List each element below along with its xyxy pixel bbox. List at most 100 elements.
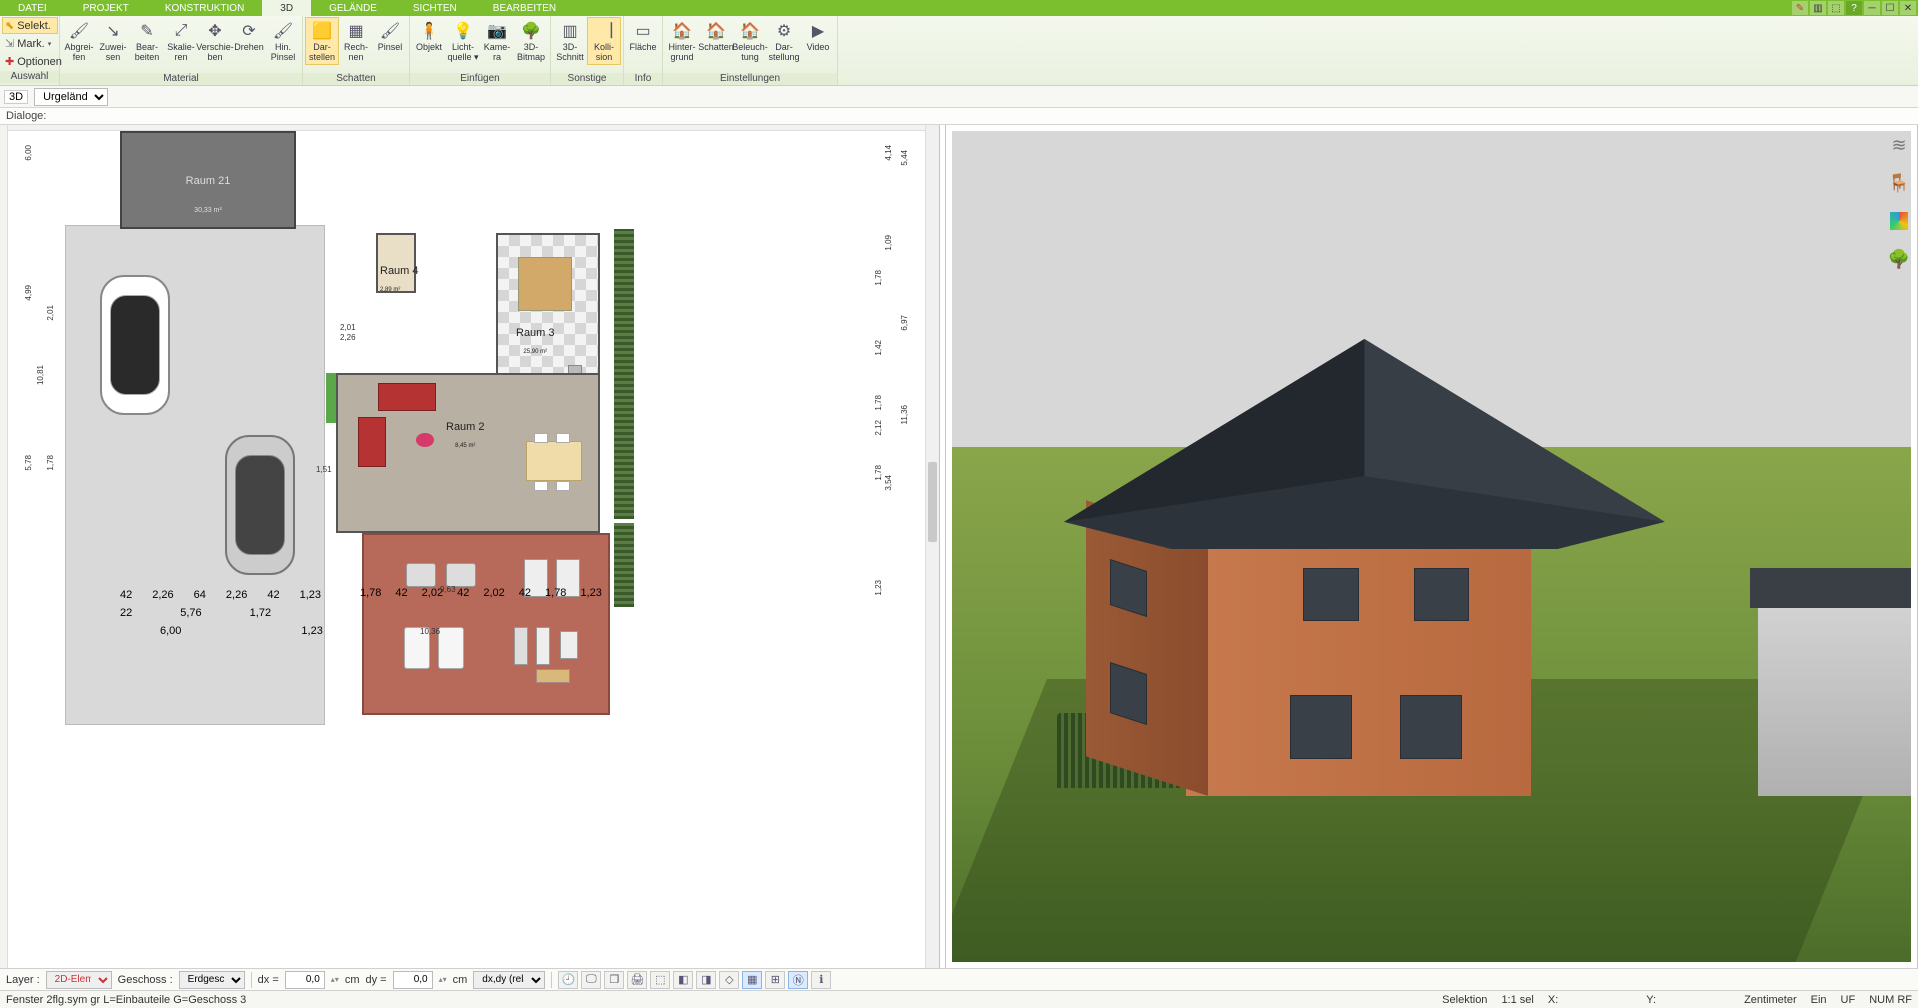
dx-input[interactable] [285, 971, 325, 989]
ribbon-button[interactable]: ✥Verschie- ben [198, 17, 232, 65]
toolbar-icon[interactable]: ✎ [1792, 1, 1808, 15]
layers-icon[interactable]: ≋ [1887, 133, 1911, 157]
rug-icon [416, 433, 434, 447]
maximize-icon[interactable]: ☐ [1882, 1, 1898, 15]
view-mode: 3D [4, 90, 28, 104]
tab-projekt[interactable]: PROJEKT [65, 0, 147, 16]
ribbon-group-schatten: 🟨Dar- stellen▦Rech- nen🖌Pinsel Schatten [303, 16, 410, 85]
options-button[interactable]: ✚Optionen [2, 53, 58, 70]
ruler-left [0, 125, 8, 968]
ribbon-button[interactable]: 🖌Hin. Pinsel [266, 17, 300, 65]
rel-select[interactable]: dx,dy (relativ ka [473, 971, 545, 989]
select-button[interactable]: ⬉Selekt. [2, 17, 58, 34]
tab-konstruktion[interactable]: KONSTRUKTION [147, 0, 262, 16]
ribbon-icon: 🏠 [671, 20, 693, 42]
ribbon-button[interactable]: 🖌Abgrei- fen [62, 17, 96, 65]
ribbon-icon: 🟨 [311, 20, 333, 42]
house-3d [1086, 339, 1642, 796]
ribbon-button[interactable]: 🏠Beleuch- tung [733, 17, 767, 65]
bottom-tool-icon[interactable]: ◧ [673, 971, 693, 989]
tab-datei[interactable]: DATEI [0, 0, 65, 16]
ribbon: ⬉Selekt. ⇲Mark.▾ ✚Optionen Auswahl 🖌Abgr… [0, 16, 1918, 86]
dy-input[interactable] [393, 971, 433, 989]
geschoss-select[interactable]: Erdgeschos [179, 971, 245, 989]
ribbon-button[interactable]: ⟳Drehen [232, 17, 266, 55]
bottom-tool-icon[interactable]: 🖨 [627, 971, 647, 989]
floorplan-view[interactable]: 6,00 4,99 10,81 5,78 2,01 1,78 4,14 5,44… [0, 125, 940, 968]
ribbon-button[interactable]: 🏠Schatten [699, 17, 733, 55]
bottom-tool-icon[interactable]: ⊞ [765, 971, 785, 989]
ribbon-group-einfuegen: 🧍Objekt💡Licht- quelle ▾📷Kame- ra🌳3D- Bit… [410, 16, 551, 85]
palette-icon[interactable] [1890, 212, 1908, 230]
car-white [100, 275, 170, 415]
ribbon-icon: ⟳ [238, 20, 260, 42]
ribbon-button[interactable]: 📷Kame- ra [480, 17, 514, 65]
ribbon-button[interactable]: 🏠Hinter- grund [665, 17, 699, 65]
room-2[interactable]: Raum 2 8,45 m² [336, 373, 600, 533]
hedge-right-2 [614, 523, 634, 607]
tab-gelaende[interactable]: GELÄNDE [311, 0, 395, 16]
furniture-icon[interactable]: 🪑 [1887, 171, 1911, 195]
bottom-toolbar: Layer : 2D-Elemen Geschoss : Erdgeschos … [0, 968, 1918, 990]
sofa-1 [378, 383, 436, 411]
ribbon-button[interactable]: ⎹Kolli- sion [587, 17, 621, 65]
status-left: Fenster 2flg.sym gr L=Einbauteile G=Gesc… [6, 994, 246, 1006]
toolbar-icon[interactable]: ▥ [1810, 1, 1826, 15]
ribbon-button[interactable]: ▦Rech- nen [339, 17, 373, 65]
ribbon-icon: ⚙ [773, 20, 795, 42]
3d-view[interactable]: ≋ 🪑 🌳 [946, 125, 1918, 968]
ribbon-button[interactable]: 🌳3D- Bitmap [514, 17, 548, 65]
ribbon-icon: 🧍 [418, 20, 440, 42]
view-selector-bar: 3D Urgelände [0, 86, 1918, 108]
ribbon-button[interactable]: ↘Zuwei- sen [96, 17, 130, 65]
ribbon-button[interactable]: 💡Licht- quelle ▾ [446, 17, 480, 65]
ribbon-button[interactable]: 🟨Dar- stellen [305, 17, 339, 65]
bottom-tool-icon[interactable]: ▦ [742, 971, 762, 989]
tree-icon[interactable]: 🌳 [1887, 247, 1911, 271]
dialog-bar: Dialoge: [0, 108, 1918, 125]
ribbon-button[interactable]: ⚙Dar- stellung [767, 17, 801, 65]
mark-button[interactable]: ⇲Mark.▾ [2, 35, 58, 52]
room-4[interactable]: Raum 4 2,89 m² [376, 233, 416, 293]
layer-select[interactable]: 2D-Elemen [46, 971, 112, 989]
stairs [432, 243, 496, 303]
close-icon[interactable]: ✕ [1900, 1, 1916, 15]
workspace: 6,00 4,99 10,81 5,78 2,01 1,78 4,14 5,44… [0, 125, 1918, 968]
toolbar-icon[interactable]: ⬚ [1828, 1, 1844, 15]
bottom-tool-icon[interactable]: Ⓝ [788, 971, 808, 989]
wall-highlight [326, 373, 336, 423]
table-2 [526, 441, 582, 481]
ribbon-button[interactable]: ⤢Skalie- ren [164, 17, 198, 65]
ribbon-button[interactable]: ▶Video [801, 17, 835, 55]
bottom-tool-icon[interactable]: 🖵 [581, 971, 601, 989]
bottom-tool-icon[interactable]: ◨ [696, 971, 716, 989]
ribbon-icon: 🖌 [379, 20, 401, 42]
bottom-tool-icon[interactable]: ℹ [811, 971, 831, 989]
roof-3d [1064, 339, 1665, 549]
ribbon-icon: ▶ [807, 20, 829, 42]
help-icon[interactable]: ? [1846, 1, 1862, 15]
tab-sichten[interactable]: SICHTEN [395, 0, 475, 16]
view-tools: ≋ 🪑 🌳 [1887, 133, 1911, 271]
bottom-tool-icon[interactable]: ◇ [719, 971, 739, 989]
ribbon-button[interactable]: 🧍Objekt [412, 17, 446, 55]
patio[interactable] [362, 533, 610, 715]
ribbon-icon: ▭ [632, 20, 654, 42]
tab-bearbeiten[interactable]: BEARBEITEN [475, 0, 574, 16]
ribbon-button[interactable]: ▥3D- Schnitt [553, 17, 587, 65]
room-garage[interactable]: Raum 21 30,33 m² [120, 131, 296, 229]
bottom-tool-icon[interactable]: 🕘 [558, 971, 578, 989]
minimize-icon[interactable]: ─ [1864, 1, 1880, 15]
ribbon-icon: 🖌 [68, 20, 90, 42]
layer-dropdown[interactable]: Urgelände [34, 88, 108, 106]
room-1[interactable]: Raum 1 20,11 m² [336, 233, 496, 373]
ribbon-button[interactable]: ▭Fläche [626, 17, 660, 55]
car-grey [225, 435, 295, 575]
tab-3d[interactable]: 3D [262, 0, 311, 16]
ribbon-icon: ↘ [102, 20, 124, 42]
ribbon-button[interactable]: ✎Bear- beiten [130, 17, 164, 65]
ribbon-button[interactable]: 🖌Pinsel [373, 17, 407, 55]
bottom-tool-icon[interactable]: ⬚ [650, 971, 670, 989]
scrollbar[interactable] [925, 125, 939, 968]
bottom-tool-icon[interactable]: ❐ [604, 971, 624, 989]
